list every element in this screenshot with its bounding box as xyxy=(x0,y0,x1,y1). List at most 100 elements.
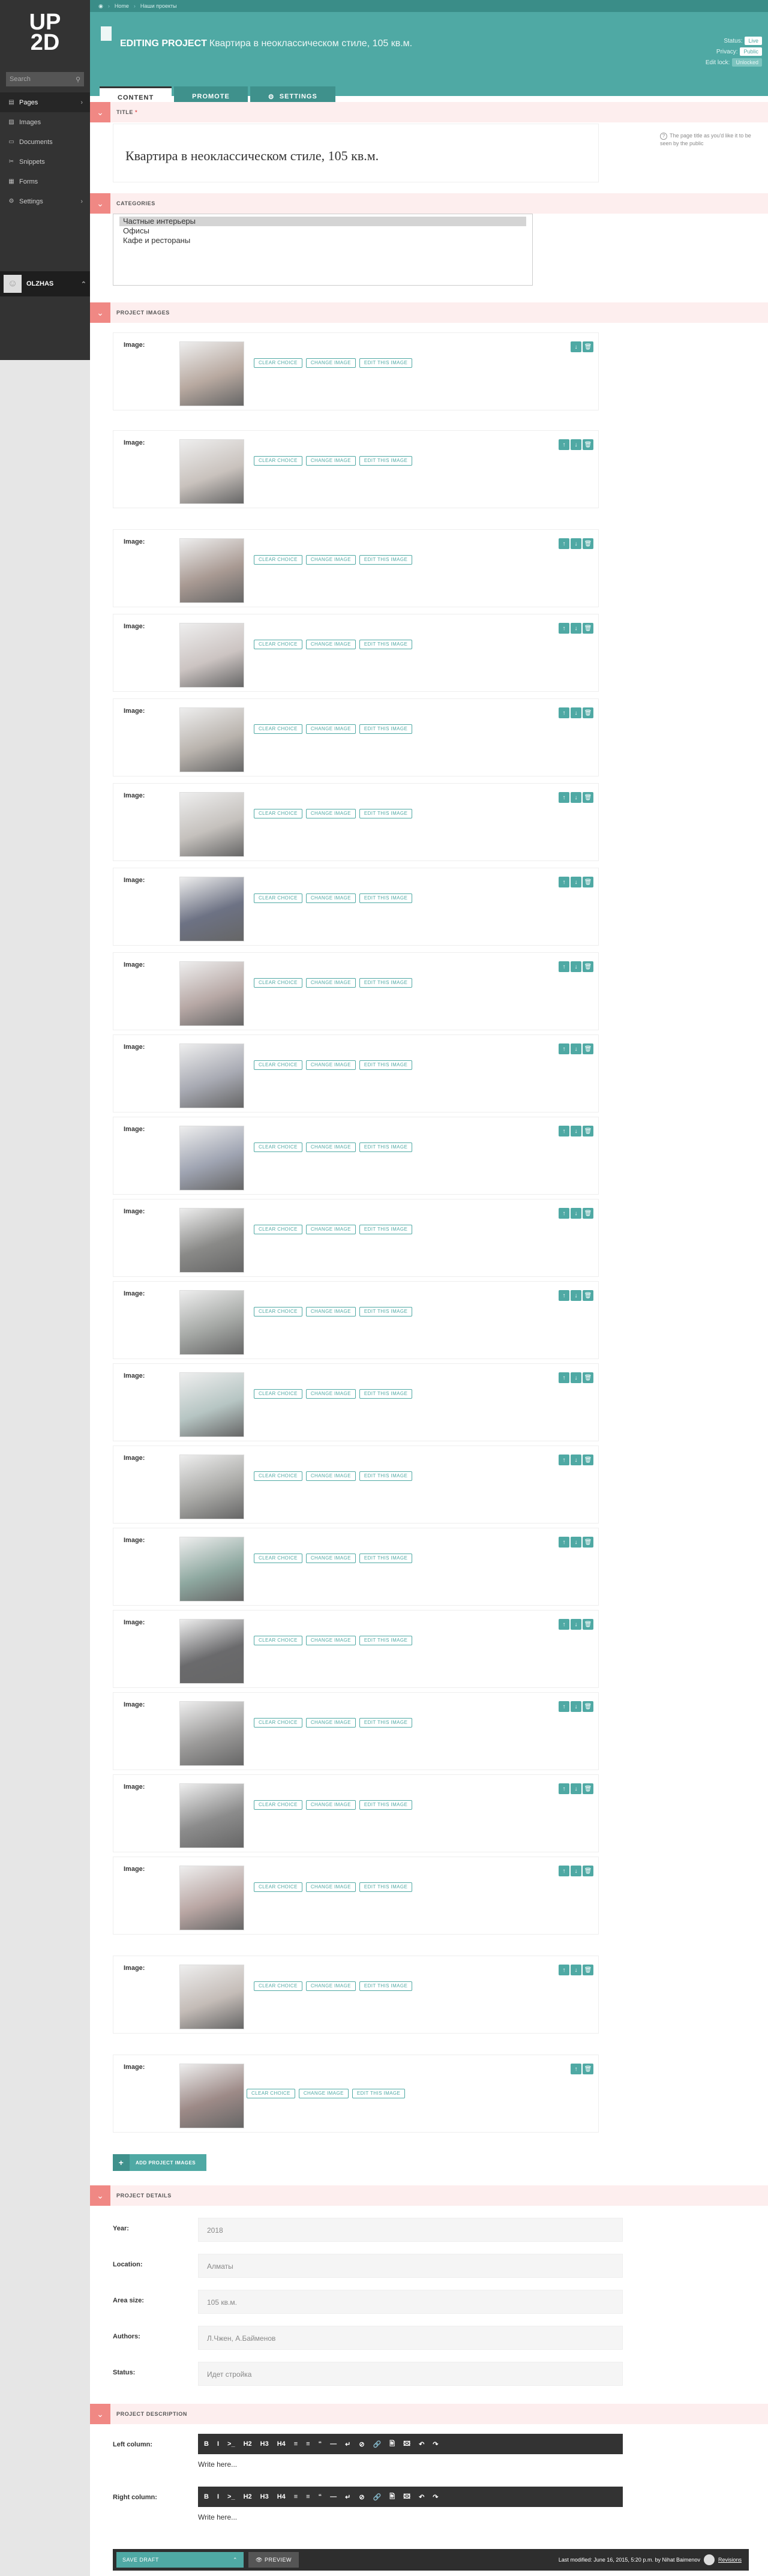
edit-image-button[interactable]: EDIT THIS IMAGE xyxy=(359,555,413,565)
move-down-icon[interactable]: ↓ xyxy=(571,792,581,803)
move-up-icon[interactable]: ↑ xyxy=(559,1126,569,1136)
breadcrumb-projects[interactable]: Наши проекты xyxy=(140,3,177,9)
delete-icon[interactable]: 🗑 xyxy=(583,707,593,718)
edit-image-button[interactable]: EDIT THIS IMAGE xyxy=(359,1981,413,1991)
image-thumbnail[interactable] xyxy=(179,1043,244,1108)
category-option[interactable]: Частные интерьеры xyxy=(119,217,526,226)
delete-icon[interactable]: 🗑 xyxy=(583,1783,593,1794)
toolbar-button[interactable]: H2 xyxy=(244,2493,252,2500)
sidebar-item-settings[interactable]: ⚙ Settings › xyxy=(0,191,90,211)
move-down-icon[interactable]: ↓ xyxy=(571,1455,581,1465)
image-thumbnail[interactable] xyxy=(179,2064,244,2128)
move-down-icon[interactable]: ↓ xyxy=(571,1126,581,1136)
change-image-button[interactable]: CHANGE IMAGE xyxy=(305,893,356,903)
toolbar-button[interactable]: ↷ xyxy=(433,2493,438,2501)
move-up-icon[interactable]: ↑ xyxy=(559,1701,569,1712)
sidebar-item-images[interactable]: ▨ Images xyxy=(0,112,90,132)
edit-image-button[interactable]: EDIT THIS IMAGE xyxy=(359,1800,413,1810)
area-input[interactable]: 105 кв.м. xyxy=(198,2290,623,2314)
edit-image-button[interactable]: EDIT THIS IMAGE xyxy=(359,1389,413,1399)
image-thumbnail[interactable] xyxy=(179,1126,244,1190)
clear-choice-button[interactable]: CLEAR CHOICE xyxy=(254,1718,302,1728)
clear-choice-button[interactable]: CLEAR CHOICE xyxy=(254,1060,302,1070)
toolbar-button[interactable]: H4 xyxy=(277,2493,286,2500)
clear-choice-button[interactable]: CLEAR CHOICE xyxy=(254,1225,302,1234)
change-image-button[interactable]: CHANGE IMAGE xyxy=(305,640,356,649)
toolbar-button[interactable]: 🖹 xyxy=(389,2439,395,2450)
delete-icon[interactable]: 🗑 xyxy=(583,1866,593,1876)
delete-icon[interactable]: 🗑 xyxy=(583,2064,593,2074)
delete-icon[interactable]: 🗑 xyxy=(583,1290,593,1301)
search-icon[interactable]: ⚲ xyxy=(76,76,80,83)
search-input[interactable]: Search xyxy=(10,76,31,83)
delete-icon[interactable]: 🗑 xyxy=(583,439,593,450)
change-image-button[interactable]: CHANGE IMAGE xyxy=(305,978,356,988)
chevron-up-icon[interactable]: ⌃ xyxy=(233,2557,238,2563)
chevron-down-icon[interactable]: ⌄ xyxy=(90,2185,110,2206)
toolbar-button[interactable]: B xyxy=(204,2493,209,2500)
move-up-icon[interactable]: ↑ xyxy=(559,1290,569,1301)
image-thumbnail[interactable] xyxy=(179,1455,244,1519)
image-thumbnail[interactable] xyxy=(179,877,244,941)
sidebar-item-snippets[interactable]: ✂ Snippets xyxy=(0,152,90,172)
move-down-icon[interactable]: ↓ xyxy=(571,1537,581,1548)
clear-choice-button[interactable]: CLEAR CHOICE xyxy=(247,2089,295,2098)
edit-image-button[interactable]: EDIT THIS IMAGE xyxy=(359,456,413,466)
toolbar-button[interactable]: H4 xyxy=(277,2440,286,2448)
toolbar-button[interactable]: >_ xyxy=(227,2493,235,2500)
toolbar-button[interactable]: ≡ xyxy=(294,2440,298,2448)
toolbar-button[interactable]: ↶ xyxy=(419,2493,424,2501)
clear-choice-button[interactable]: CLEAR CHOICE xyxy=(254,1636,302,1645)
change-image-button[interactable]: CHANGE IMAGE xyxy=(305,1554,356,1563)
change-image-button[interactable]: CHANGE IMAGE xyxy=(305,1471,356,1481)
clear-choice-button[interactable]: CLEAR CHOICE xyxy=(254,1307,302,1317)
clear-choice-button[interactable]: CLEAR CHOICE xyxy=(254,456,302,466)
year-input[interactable]: 2018 xyxy=(198,2218,623,2242)
image-thumbnail[interactable] xyxy=(179,1619,244,1684)
move-up-icon[interactable]: ↑ xyxy=(559,1372,569,1383)
toolbar-button[interactable]: 🖹 xyxy=(389,2491,395,2503)
move-down-icon[interactable]: ↓ xyxy=(571,1290,581,1301)
move-up-icon[interactable]: ↑ xyxy=(559,1619,569,1630)
edit-image-button[interactable]: EDIT THIS IMAGE xyxy=(359,1060,413,1070)
toolbar-button[interactable]: I xyxy=(217,2440,219,2448)
toolbar-button[interactable]: >_ xyxy=(227,2440,235,2448)
chevron-up-icon[interactable]: ⌃ xyxy=(81,280,86,288)
move-up-icon[interactable]: ↑ xyxy=(559,1965,569,1975)
image-thumbnail[interactable] xyxy=(179,1372,244,1437)
image-thumbnail[interactable] xyxy=(179,1290,244,1355)
clear-choice-button[interactable]: CLEAR CHOICE xyxy=(254,809,302,818)
toolbar-button[interactable]: I xyxy=(217,2493,219,2500)
chevron-down-icon[interactable]: ⌄ xyxy=(90,2404,110,2424)
privacy-badge[interactable]: Public xyxy=(740,47,762,56)
move-down-icon[interactable]: ↓ xyxy=(571,623,581,634)
toolbar-button[interactable]: — xyxy=(330,2493,337,2500)
clear-choice-button[interactable]: CLEAR CHOICE xyxy=(254,1142,302,1152)
image-thumbnail[interactable] xyxy=(179,1866,244,1930)
toolbar-button[interactable]: ⊘ xyxy=(359,2440,364,2448)
delete-icon[interactable]: 🗑 xyxy=(583,1043,593,1054)
image-thumbnail[interactable] xyxy=(179,961,244,1026)
move-down-icon[interactable]: ↓ xyxy=(571,1619,581,1630)
save-draft-button[interactable]: SAVE DRAFT ⌃ xyxy=(116,2552,244,2568)
change-image-button[interactable]: CHANGE IMAGE xyxy=(305,1718,356,1728)
move-up-icon[interactable]: ↑ xyxy=(559,623,569,634)
change-image-button[interactable]: CHANGE IMAGE xyxy=(305,1307,356,1317)
move-down-icon[interactable]: ↓ xyxy=(571,707,581,718)
edit-image-button[interactable]: EDIT THIS IMAGE xyxy=(359,1471,413,1481)
move-down-icon[interactable]: ↓ xyxy=(571,961,581,972)
categories-select[interactable]: Частные интерьеры Офисы Кафе и рестораны xyxy=(113,214,533,286)
move-down-icon[interactable]: ↓ xyxy=(571,439,581,450)
move-down-icon[interactable]: ↓ xyxy=(571,1866,581,1876)
image-thumbnail[interactable] xyxy=(179,623,244,688)
delete-icon[interactable]: 🗑 xyxy=(583,1208,593,1219)
move-up-icon[interactable]: ↑ xyxy=(559,1783,569,1794)
category-option[interactable]: Кафе и рестораны xyxy=(119,236,526,245)
edit-image-button[interactable]: EDIT THIS IMAGE xyxy=(359,1718,413,1728)
toolbar-button[interactable]: “ xyxy=(319,2493,322,2500)
image-thumbnail[interactable] xyxy=(179,1701,244,1766)
toolbar-button[interactable]: ⊘ xyxy=(359,2493,364,2501)
logo[interactable]: UP 2D xyxy=(0,0,90,65)
revisions-link[interactable]: Revisions xyxy=(718,2557,742,2563)
toolbar-button[interactable]: ↶ xyxy=(419,2440,424,2448)
